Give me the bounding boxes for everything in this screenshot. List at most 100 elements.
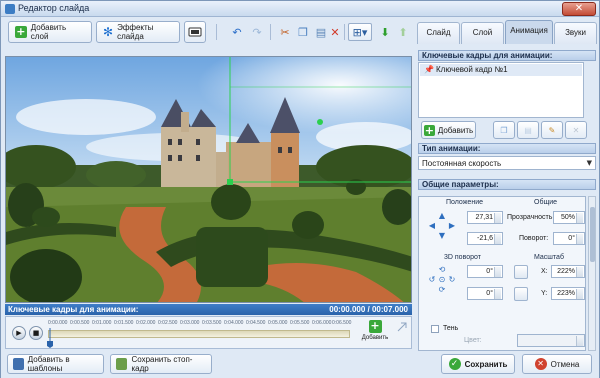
slide-editor-window: Редактор слайда ✕ + Добавить слой ✻ Эффе… <box>0 0 600 378</box>
save-frame-button[interactable]: Сохранить стоп-кадр <box>110 354 212 374</box>
paste-keyframe-icon[interactable]: ▤ <box>517 121 539 139</box>
zoom-out-icon[interactable] <box>514 287 528 301</box>
tick-label: 0:06.000 <box>312 320 332 326</box>
save-frame-label: Сохранить стоп-кадр <box>131 355 193 373</box>
position-y-field[interactable]: -21,6 <box>467 232 503 245</box>
keyframe-item-label: Ключевой кадр №1 <box>436 65 508 74</box>
timeline-header: Ключевые кадры для анимации: 00:00.000 /… <box>5 304 412 315</box>
save-label: Сохранить <box>464 359 508 369</box>
move-down-icon[interactable]: ⬇ <box>376 23 394 41</box>
brush-icon[interactable]: ✎ <box>541 121 563 139</box>
save-button[interactable]: ✓ Сохранить <box>441 354 515 374</box>
add-keyframe-panel-button[interactable]: + Добавить <box>421 121 476 139</box>
tick-label: 0:02.500 <box>158 320 178 326</box>
arrow-up-icon[interactable]: ▲ <box>437 211 447 221</box>
slide-effects-label: Эффекты слайда <box>117 23 154 41</box>
rotation-field[interactable]: 0° <box>553 232 585 245</box>
rotate-up-icon[interactable]: ⟲ <box>437 265 447 275</box>
copy-keyframe-icon[interactable]: ❐ <box>493 121 515 139</box>
scrollbar-thumb[interactable] <box>590 207 595 262</box>
cancel-button[interactable]: ✕ Отмена <box>522 354 592 374</box>
tick-label: 0:01.000 <box>92 320 112 326</box>
align-dropdown-icon[interactable]: ⊞▾ <box>348 23 372 41</box>
animation-type-value: Постоянная скорость <box>422 159 502 168</box>
timeline-time: 00:00.000 / 00:07.000 <box>329 305 408 314</box>
timeline-panel: ▶ ■ 0:00.000 0:00.500 0:01.000 0:01.500 … <box>5 316 412 349</box>
rotate-center-icon[interactable]: ⊙ <box>437 275 447 285</box>
tab-sounds[interactable]: Звуки <box>554 22 597 44</box>
zoom-in-icon[interactable] <box>514 265 528 279</box>
expand-icon[interactable] <box>397 322 407 332</box>
pin-icon: 📌 <box>424 65 434 74</box>
slide-effects-button[interactable]: ✻ Эффекты слайда <box>96 21 180 43</box>
general-title: Общие <box>534 199 558 206</box>
template-icon <box>13 358 24 370</box>
move-up-icon[interactable]: ⬆ <box>394 23 412 41</box>
slide-canvas[interactable] <box>5 56 412 303</box>
animation-type-select[interactable]: Постоянная скорость ▼ <box>418 156 596 170</box>
position-x-field[interactable]: 27,31 <box>467 211 503 224</box>
delete-icon[interactable]: ✕ <box>326 23 344 41</box>
add-keyframe-button[interactable]: + Добавить <box>360 320 390 348</box>
playhead-marker[interactable] <box>47 328 53 348</box>
main-toolbar: + Добавить слой ✻ Эффекты слайда ↶ ↷ ✂ ❐… <box>4 19 412 45</box>
timeline-track[interactable] <box>48 330 350 338</box>
delete-keyframe-icon[interactable]: ✕ <box>565 121 587 139</box>
transparency-field[interactable]: 50% <box>553 211 585 224</box>
timeline-header-label: Ключевые кадры для анимации: <box>8 305 139 314</box>
rot3d-x-field[interactable]: 0° <box>467 265 503 278</box>
position-title: Положение <box>446 199 483 206</box>
rotate-down-icon[interactable]: ⟳ <box>437 285 447 295</box>
animation-type-header: Тип анимации: <box>418 143 596 154</box>
toolbar-separator <box>270 24 271 40</box>
tab-animation[interactable]: Анимация <box>505 20 553 44</box>
tick-label: 0:03.500 <box>202 320 222 326</box>
check-icon: ✓ <box>448 358 461 370</box>
rot3d-y-field[interactable]: 0° <box>467 287 503 300</box>
close-window-button[interactable]: ✕ <box>562 2 596 16</box>
keyframe-item[interactable]: 📌 Ключевой кадр №1 <box>420 64 582 76</box>
scale-x-label: X: <box>541 268 548 275</box>
shadow-checkbox[interactable] <box>431 325 439 333</box>
rotate-left-icon[interactable]: ↺ <box>427 275 437 285</box>
cancel-icon: ✕ <box>534 358 547 370</box>
tab-layer[interactable]: Слой <box>461 22 504 44</box>
params-scrollbar[interactable] <box>588 196 596 351</box>
add-to-templates-button[interactable]: Добавить в шаблоны <box>7 354 104 374</box>
scale-x-field[interactable]: 222% <box>551 265 585 278</box>
arrow-right-icon[interactable]: ▶ <box>447 221 457 231</box>
general-params-header: Общие параметры: <box>418 179 596 190</box>
arrow-left-icon[interactable]: ◀ <box>427 221 437 231</box>
tick-label: 0:00.500 <box>70 320 90 326</box>
tab-slide[interactable]: Слайд <box>417 22 460 44</box>
tick-label: 0:00.000 <box>48 320 68 326</box>
panel-tabs: Слайд Слой Анимация Звуки <box>416 19 598 44</box>
tick-label: 0:04.500 <box>246 320 266 326</box>
arrow-down-icon[interactable]: ▼ <box>437 231 447 241</box>
scale-title: Масштаб <box>534 254 564 261</box>
preview-button[interactable] <box>184 21 206 43</box>
keyframes-header: Ключевые кадры для анимации: <box>418 50 596 61</box>
scale-y-field[interactable]: 223% <box>551 287 585 300</box>
redo-icon[interactable]: ↷ <box>248 23 266 41</box>
cut-icon[interactable]: ✂ <box>276 23 294 41</box>
play-button[interactable]: ▶ <box>12 326 26 340</box>
rotate-right-icon[interactable]: ↻ <box>447 275 457 285</box>
keyframes-list[interactable]: 📌 Ключевой кадр №1 <box>418 62 584 118</box>
sparkle-icon: ✻ <box>103 25 114 39</box>
plus-icon: + <box>15 25 27 38</box>
cancel-label: Отмена <box>550 359 580 369</box>
copy-icon[interactable]: ❐ <box>294 23 312 41</box>
stop-button[interactable]: ■ <box>29 326 43 340</box>
toolbar-separator <box>344 24 345 40</box>
tick-label: 0:06.500 <box>332 320 352 326</box>
shadow-color-field[interactable] <box>517 334 585 347</box>
shadow-label: Тень <box>443 325 459 332</box>
properties-panel: Слайд Слой Анимация Звуки Ключевые кадры… <box>416 19 598 351</box>
title-bar: Редактор слайда ✕ <box>1 1 599 17</box>
toolbar-separator <box>216 24 217 40</box>
preview-icon <box>188 27 202 36</box>
undo-icon[interactable]: ↶ <box>228 23 246 41</box>
shadow-color-label: Цвет: <box>464 337 482 344</box>
add-layer-button[interactable]: + Добавить слой <box>8 21 92 43</box>
